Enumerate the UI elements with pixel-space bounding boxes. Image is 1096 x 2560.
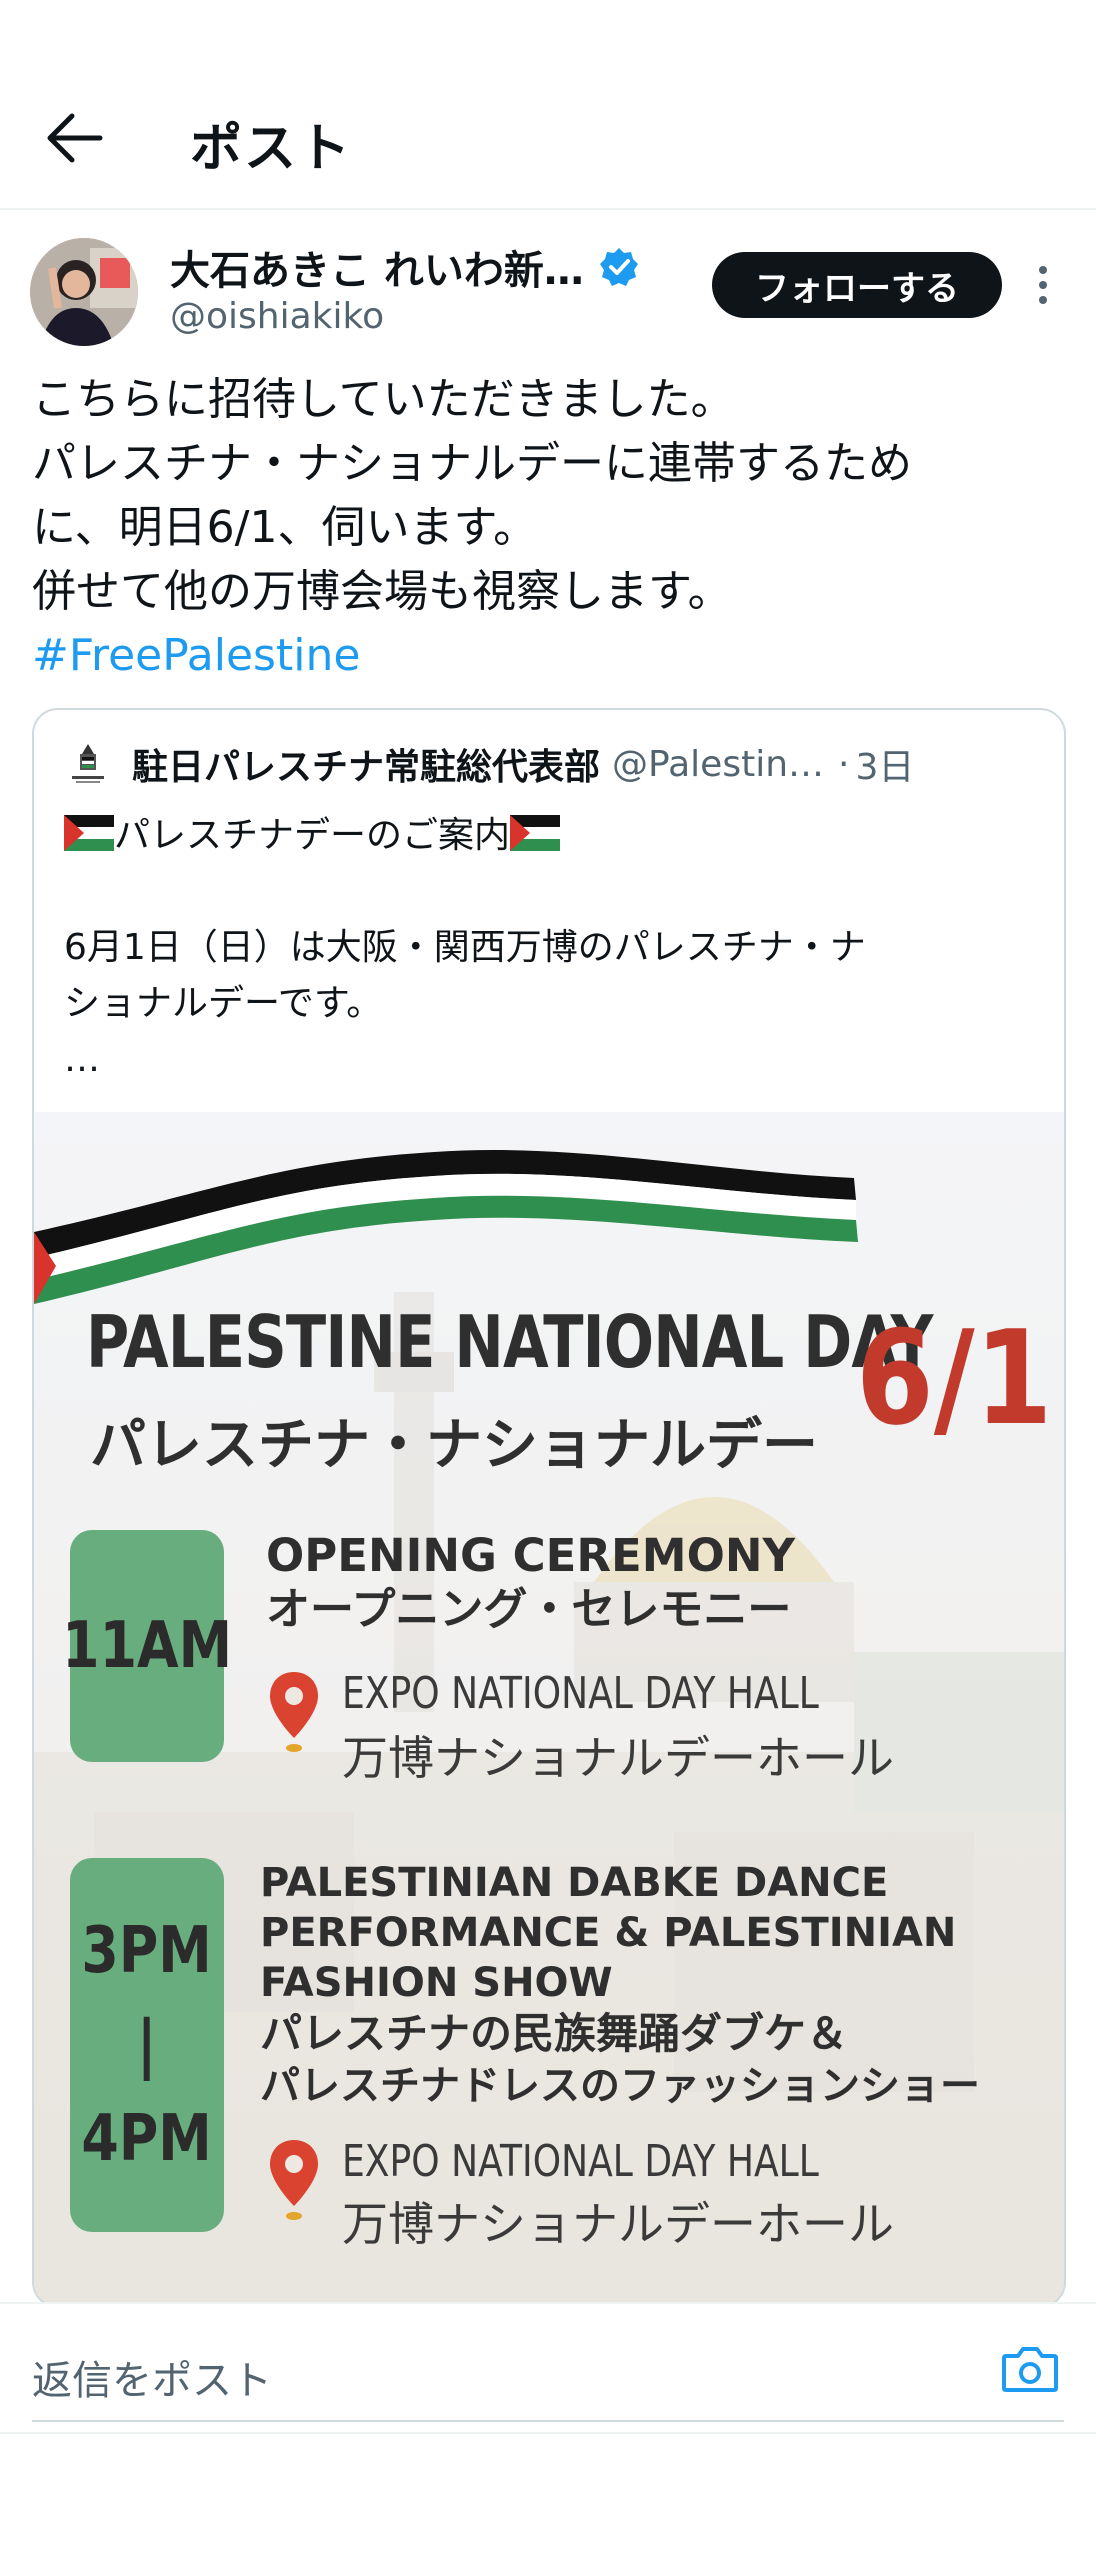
post-body-line: こちらに招待していただきました。 [32, 374, 735, 425]
event2-time-start: 3PM [81, 1914, 213, 1988]
page-title: ポスト [190, 119, 353, 179]
reply-underline [32, 2420, 1064, 2422]
hashtag-link[interactable]: #FreePalestine [32, 624, 1072, 688]
event2-time-end: 4PM [81, 2102, 213, 2176]
post-body-line: に、明日6/1、伺います。 [32, 502, 538, 553]
event1-location-jp: 万博ナショナルデーホール [342, 1731, 894, 1785]
event2-location-jp: 万博ナショナルデーホール [342, 2197, 894, 2251]
post-body-line: パレスチナ・ナショナルデーに連帯するため [32, 438, 912, 489]
event2-title-jp-2: パレスチナドレスのファッションショー [260, 2063, 980, 2109]
quoted-text-line: パレスチナデーのご案内 [114, 815, 511, 856]
event2-title-en-1: PALESTINIAN DABKE DANCE [260, 1860, 889, 1906]
separator-dot: · [838, 743, 850, 785]
quoted-post-header: 駐日パレスチナ常駐総代表部 @Palestin… · 3日 [64, 736, 1044, 792]
event2-title-en-3: FASHION SHOW [260, 1960, 613, 2006]
more-options-icon[interactable] [1028, 262, 1058, 308]
event1-title-en: OPENING CEREMONY [266, 1529, 796, 1582]
palestine-flag-icon [64, 815, 114, 851]
follow-button[interactable]: フォローする [712, 252, 1002, 318]
quoted-author-name: 駐日パレスチナ常駐総代表部 [132, 747, 601, 788]
author-handle[interactable]: @oishiakiko [170, 296, 384, 337]
event2-time-sep: | [137, 2008, 157, 2082]
quoted-text-line: ショナルデーです。 [64, 983, 383, 1024]
event-poster-image[interactable]: PALESTINE NATIONAL DAY パレスチナ・ナショナルデー 6/1… [34, 1112, 1064, 2306]
quoted-post[interactable]: 駐日パレスチナ常駐総代表部 @Palestin… · 3日 パレスチナデーのご案… [32, 708, 1066, 2308]
poster-title-en: PALESTINE NATIONAL DAY [86, 1300, 933, 1384]
event2-title-en-2: PERFORMANCE & PALESTINIAN [260, 1910, 957, 1956]
reply-bar: 返信をポスト [0, 2302, 1096, 2432]
quoted-author-handle: @Palestin… [612, 743, 825, 785]
camera-icon[interactable] [1000, 2344, 1060, 2394]
arrow-left-icon[interactable] [40, 108, 110, 168]
event1-time-box: 11AM [62, 1530, 232, 1762]
event1-title-jp: オープニング・セレモニー [266, 1584, 792, 1635]
poster-title-jp: パレスチナ・ナショナルデー [90, 1413, 818, 1478]
quoted-timestamp: 3日 [855, 747, 915, 788]
post-body-line: 併せて他の万博会場も視察します。 [32, 566, 732, 617]
palestine-flag-icon [510, 815, 561, 851]
verified-badge-icon [600, 248, 638, 286]
quoted-text-line: 6月1日（日）は大阪・関西万博のパレスチナ・ナ [64, 927, 866, 968]
top-bar: ポスト [0, 0, 1096, 210]
reply-input[interactable]: 返信をポスト [32, 2348, 272, 2406]
post-body: こちらに招待していただきました。 パレスチナ・ナショナルデーに連帯するため に、… [32, 368, 1072, 688]
author-name[interactable]: 大石あきこ れいわ新… [170, 238, 584, 296]
event2-location-en: EXPO NATIONAL DAY HALL [342, 2136, 819, 2187]
event1-time: 11AM [62, 1609, 232, 1683]
event1-location-en: EXPO NATIONAL DAY HALL [342, 1668, 819, 1719]
divider [0, 2432, 1096, 2434]
emblem-icon [64, 740, 112, 788]
event2-time-box: 3PM | 4PM [70, 1858, 224, 2232]
location-pin-icon [270, 2140, 318, 2220]
poster-date: 6/1 [856, 1302, 1053, 1454]
quoted-post-text: パレスチナデーのご案内 6月1日（日）は大阪・関西万博のパレスチナ・ナ ショナル… [64, 808, 1044, 1088]
avatar[interactable] [30, 238, 138, 346]
quoted-text-ellipsis: … [64, 1039, 100, 1080]
location-pin-icon [270, 1672, 318, 1752]
event2-title-jp-1: パレスチナの民族舞踊ダブケ＆ [260, 2009, 849, 2058]
